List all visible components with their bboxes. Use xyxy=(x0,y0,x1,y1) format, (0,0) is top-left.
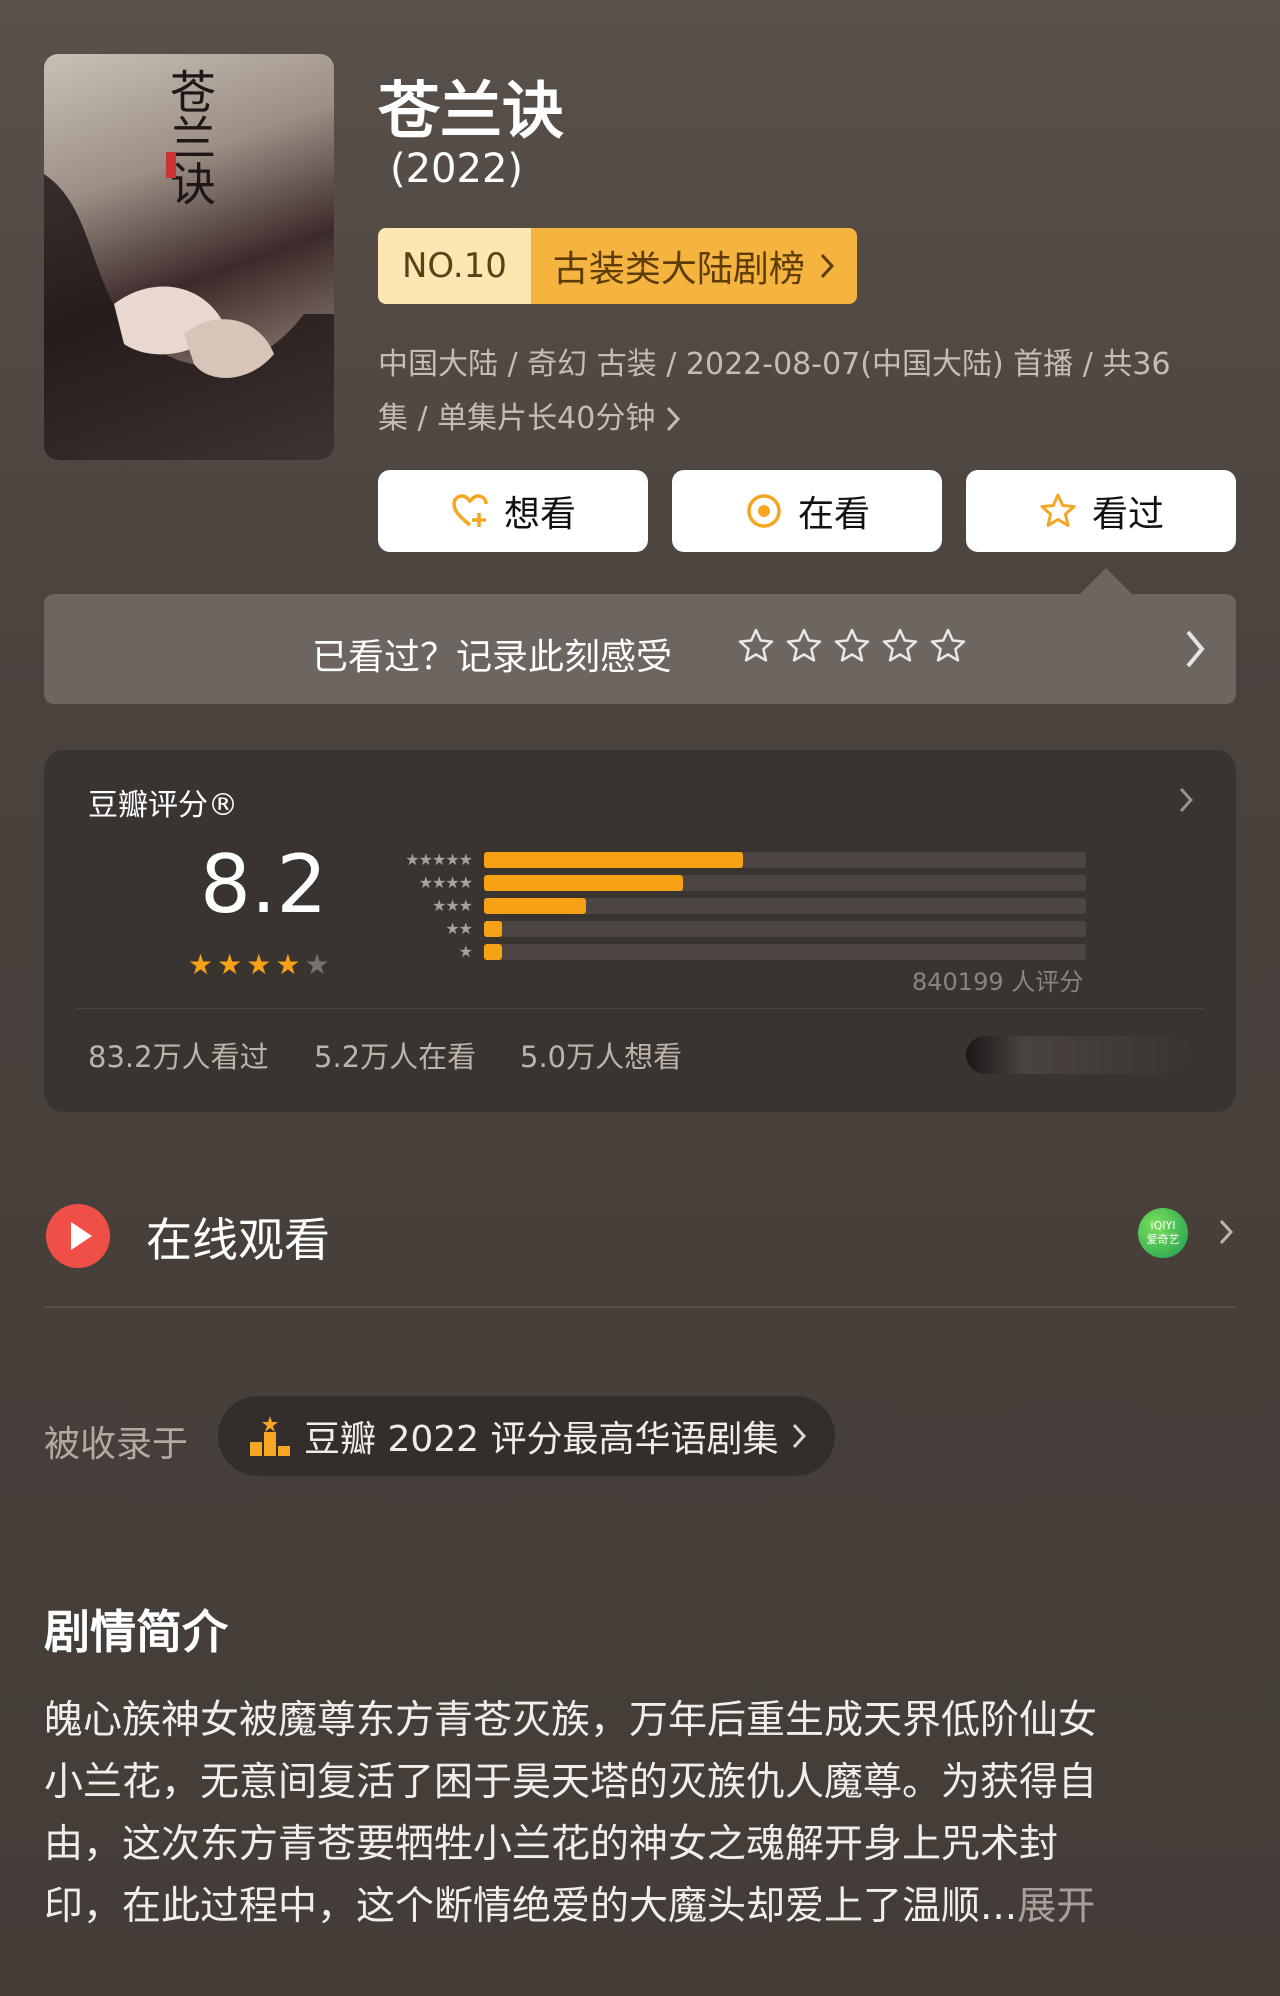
rate-prompt-pointer xyxy=(1080,568,1132,594)
rating-header: 豆瓣评分® xyxy=(88,788,238,823)
page-title: 苍兰诀 xyxy=(378,74,565,147)
watching-label: 在看 xyxy=(797,494,870,535)
chevron-right-icon[interactable] xyxy=(1218,1218,1234,1246)
dist-row-4: ★★★★ xyxy=(372,871,1086,894)
included-list-name: 豆瓣 2022 评分最高华语剧集 xyxy=(304,1419,779,1460)
poster-art xyxy=(44,174,334,460)
dist-fill-1 xyxy=(484,943,503,960)
podium-icon xyxy=(250,1416,290,1456)
meta-info[interactable]: 中国大陆 / 奇幻 古装 / 2022-08-07(中国大陆) 首播 / 共36… xyxy=(378,338,1228,446)
divider xyxy=(76,1008,1204,1009)
meta-line-2-row: 集 / 单集片长40分钟 xyxy=(378,392,1228,446)
dist-track xyxy=(484,920,1086,937)
dist-row-1: ★ xyxy=(372,940,1086,963)
dist-fill-2 xyxy=(484,920,503,937)
stat-watched: 83.2万人看过 xyxy=(88,1040,269,1074)
synopsis-line: 印，在此过程中，这个断情绝爱的大魔头却爱上了温顺... xyxy=(44,1884,1018,1929)
rank-category-label: 古装类大陆剧榜 xyxy=(552,249,805,290)
stat-watching: 5.2万人在看 xyxy=(314,1040,477,1074)
synopsis-line: 魄心族神女被魔尊东方青苍灭族，万年后重生成天界低阶仙女 xyxy=(44,1698,1098,1743)
dist-track xyxy=(484,874,1086,891)
included-list-chip[interactable]: 豆瓣 2022 评分最高华语剧集 xyxy=(218,1396,835,1476)
chevron-right-icon xyxy=(1179,787,1194,813)
rank-badge[interactable]: NO.10 古装类大陆剧榜 xyxy=(378,228,857,304)
dist-track xyxy=(484,897,1086,914)
watch-online-label[interactable]: 在线观看 xyxy=(146,1204,330,1270)
friend-avatars[interactable] xyxy=(966,1036,1194,1074)
dist-fill-3 xyxy=(484,897,587,914)
rating-score: 8.2 xyxy=(200,838,328,931)
three-star-label: ★★★ xyxy=(431,896,473,915)
four-star-label: ★★★★ xyxy=(418,873,473,892)
watched-button[interactable]: 看过 xyxy=(966,470,1236,552)
poster-image[interactable]: 苍兰诀 xyxy=(44,54,334,460)
score-star-icon: ★ xyxy=(217,948,243,981)
dist-row-2: ★★ xyxy=(372,917,1086,940)
dist-row-5: ★★★★★ xyxy=(372,848,1086,871)
star-outline-icon[interactable] xyxy=(784,626,824,666)
iqiyi-logo: iQIYI 爱奇艺 xyxy=(1138,1208,1188,1258)
heart-plus-icon xyxy=(452,494,488,527)
synopsis-title: 剧情简介 xyxy=(44,1605,228,1659)
expand-link[interactable]: 展开 xyxy=(1017,1884,1095,1929)
watching-button[interactable]: 在看 xyxy=(672,470,942,552)
star-outline-icon[interactable] xyxy=(736,626,776,666)
rate-prompt-text: 已看过？记录此刻感受 xyxy=(312,637,673,678)
star-icon xyxy=(1040,493,1076,527)
meta-line-1: 中国大陆 / 奇幻 古装 / 2022-08-07(中国大陆) 首播 / 共36 xyxy=(378,347,1171,382)
score-stars: ★ ★ ★ ★ ★ xyxy=(188,948,330,981)
synopsis-text: 魄心族神女被魔尊东方青苍灭族，万年后重生成天界低阶仙女 小兰花，无意间复活了困于… xyxy=(44,1690,1240,1938)
score-star-icon: ★ xyxy=(275,948,301,981)
chevron-right-icon xyxy=(820,253,834,279)
two-star-label: ★★ xyxy=(445,919,473,938)
meta-line-2: 集 / 单集片长40分钟 xyxy=(378,401,656,436)
rank-number: NO.10 xyxy=(378,228,531,304)
synopsis-line: 小兰花，无意间复活了困于昊天塔的灭族仇人魔尊。为获得自 xyxy=(44,1760,1098,1805)
want-button[interactable]: 想看 xyxy=(378,470,648,552)
chevron-right-icon xyxy=(792,1423,806,1449)
star-outline-icon[interactable] xyxy=(880,626,920,666)
watching-icon xyxy=(747,494,781,528)
rate-stars[interactable] xyxy=(736,626,968,666)
one-star-label: ★ xyxy=(458,942,473,961)
synopsis-line: 由，这次东方青苍要牺牲小兰花的神女之魂解开身上咒术封 xyxy=(44,1822,1059,1867)
votes-count: 840199 人评分 xyxy=(912,968,1084,996)
release-year: (2022) xyxy=(390,146,524,192)
dist-fill-4 xyxy=(484,874,683,891)
star-outline-icon[interactable] xyxy=(928,626,968,666)
five-star-label: ★★★★★ xyxy=(405,850,473,869)
score-star-icon: ★ xyxy=(188,948,214,981)
rating-distribution: ★★★★★ ★★★★ ★★★ ★★ ★ xyxy=(372,848,1086,963)
chevron-right-icon xyxy=(667,406,681,432)
want-label: 想看 xyxy=(503,494,576,535)
chevron-right-icon[interactable] xyxy=(1184,628,1206,670)
synopsis-line-last: 印，在此过程中，这个断情绝爱的大魔头却爱上了温顺...展开 xyxy=(44,1876,1240,1938)
play-icon[interactable] xyxy=(46,1204,110,1268)
dist-track xyxy=(484,943,1086,960)
stat-want: 5.0万人想看 xyxy=(520,1040,683,1074)
watched-label: 看过 xyxy=(1091,494,1164,535)
included-label: 被收录于 xyxy=(44,1424,189,1465)
star-outline-icon[interactable] xyxy=(832,626,872,666)
score-star-icon: ★ xyxy=(304,948,330,981)
score-star-icon: ★ xyxy=(246,948,272,981)
dist-row-3: ★★★ xyxy=(372,894,1086,917)
dist-track xyxy=(484,851,1086,868)
divider xyxy=(44,1306,1236,1308)
rank-category: 古装类大陆剧榜 xyxy=(530,228,857,304)
dist-fill-5 xyxy=(484,851,743,868)
